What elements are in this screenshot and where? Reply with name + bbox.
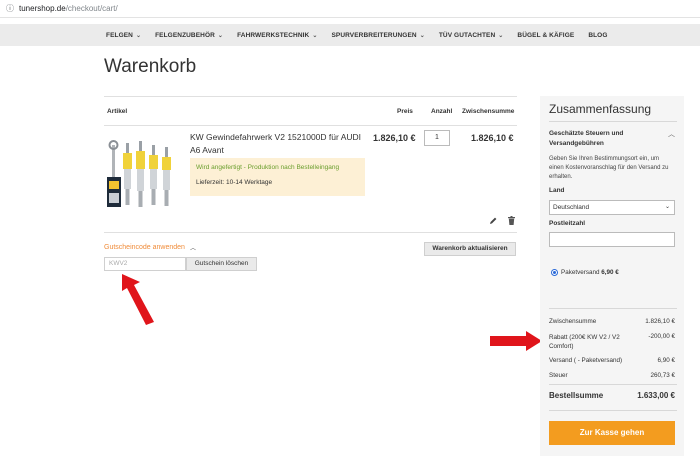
checkout-button[interactable]: Zur Kasse gehen [549,421,675,445]
summary-row-tax: Steuer 260,73 € [549,372,675,379]
chevron-up-icon[interactable]: ︿ [668,129,675,139]
production-notice: Wird angefertigt - Produktion nach Beste… [190,158,365,196]
remove-coupon-button[interactable]: Gutschein löschen [186,257,257,271]
item-price: 1.826,10 € [373,133,416,143]
zip-input[interactable] [549,232,675,247]
shipping-radio[interactable] [551,269,558,276]
country-select[interactable]: Deutschland ⌄ [549,200,675,215]
shipping-option-label[interactable]: Paketversand 6,90 € [561,269,619,276]
chevron-up-icon: ︿ [189,246,196,252]
divider [549,410,677,411]
nav-item-felgen[interactable]: FELGEN ⌄ [106,32,141,39]
tax-description: Geben Sie Ihren Bestimmungsort ein, um e… [549,156,669,180]
nav-item-fahrwerkstechnik[interactable]: FAHRWERKSTECHNIK ⌄ [237,32,317,39]
divider [549,308,677,309]
header-subtotal: Zwischensumme [462,108,515,115]
annotation-arrow-right-icon [490,331,542,351]
chevron-down-icon: ⌄ [664,204,670,210]
item-subtotal: 1.826,10 € [471,133,514,143]
info-icon[interactable]: ⓘ [6,4,14,13]
cart-table-header: Artikel Preis Anzahl Zwischensumme [104,96,517,126]
nav-item-buegel-kaefige[interactable]: BÜGEL & KÄFIGE [517,32,574,39]
pencil-icon[interactable] [489,216,497,225]
order-summary [540,96,684,456]
product-name-link[interactable]: KW Gewindefahrwerk V2 1521000D für AUDI … [190,131,365,157]
lead-time: Lieferzeit: 10-14 Werktage [196,179,273,186]
product-image[interactable] [106,139,181,209]
page-title: Warenkorb [104,56,197,77]
order-total: Bestellsumme 1.633,00 € [549,391,675,400]
nav-item-tuev-gutachten[interactable]: TÜV GUTACHTEN ⌄ [439,32,504,39]
cart-table: Artikel Preis Anzahl Zwischensumme [104,96,517,126]
url-path: /checkout/cart/ [65,4,118,13]
country-label: Land [549,187,565,194]
chevron-down-icon: ⌄ [135,32,142,39]
update-cart-button[interactable]: Warenkorb aktualisieren [424,242,516,256]
annotation-arrow-up-icon [122,274,154,325]
summary-row-shipping: Versand ( - Paketversand) 6,90 € [549,357,675,364]
chevron-down-icon: ⌄ [217,32,224,39]
divider [549,384,677,385]
url-host: tunershop.de [19,4,66,13]
summary-row-subtotal: Zwischensumme 1.826,10 € [549,318,675,325]
chevron-down-icon: ⌄ [498,32,504,39]
address-bar[interactable]: ⓘ tunershop.de/checkout/cart/ [0,0,700,18]
coupon-toggle[interactable]: Gutscheincode anwenden ︿ [104,243,196,252]
summary-row-discount: Rabatt (200€ KW V2 / V2 Comfort) -200,00 … [549,333,675,350]
header-item: Artikel [107,108,128,115]
divider [104,232,517,233]
nav-item-felgenzubehoer[interactable]: FELGENZUBEHÖR ⌄ [155,32,223,39]
divider [549,121,677,122]
nav-item-spurverbreiterungen[interactable]: SPURVERBREITERUNGEN ⌄ [331,32,424,39]
summary-title: Zusammenfassung [549,102,652,116]
notice-text: Wird angefertigt - Produktion nach Beste… [196,164,340,171]
trash-icon[interactable] [507,216,516,225]
chevron-down-icon: ⌄ [419,32,425,39]
zip-label: Postleitzahl [549,220,586,227]
header-qty: Anzahl [431,108,453,115]
main-navigation: FELGEN ⌄ FELGENZUBEHÖR ⌄ FAHRWERKSTECHNIK ⌄… [0,24,700,46]
nav-item-blog[interactable]: BLOG [588,32,607,39]
chevron-down-icon: ⌄ [312,32,318,39]
quantity-input[interactable]: 1 [424,130,450,146]
tax-shipping-toggle[interactable]: Geschätzte Steuern und Versandgebühren [549,129,664,149]
coupon-input[interactable]: KWV2 [104,257,186,271]
header-price: Preis [397,108,413,115]
